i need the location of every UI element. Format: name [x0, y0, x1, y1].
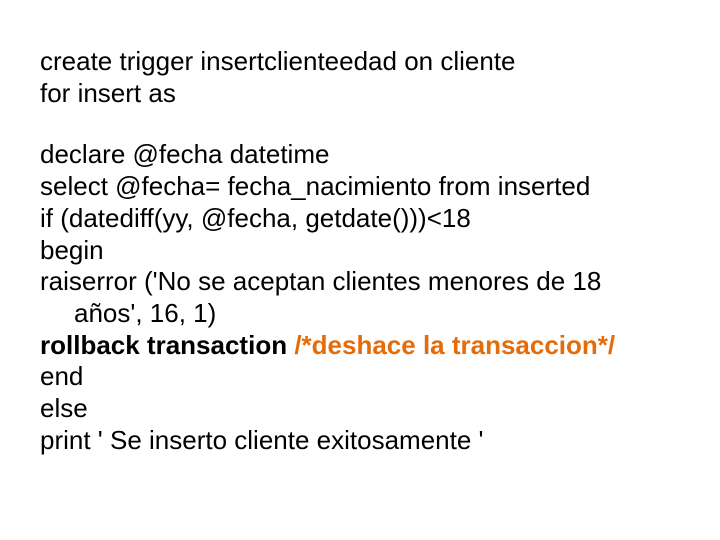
code-line: begin: [40, 235, 104, 265]
rollback-line: rollback transaction /*deshace la transa…: [40, 330, 615, 360]
sql-header-block: create trigger insertclienteedad on clie…: [40, 46, 680, 109]
code-line: else: [40, 393, 88, 423]
rollback-text: rollback transaction: [40, 330, 294, 360]
code-line: declare @fecha datetime: [40, 139, 329, 169]
code-line: for insert as: [40, 78, 176, 108]
code-line-continuation: años', 16, 1): [40, 298, 680, 330]
code-line: if (datediff(yy, @fecha, getdate()))<18: [40, 203, 471, 233]
sql-body-block: declare @fecha datetime select @fecha= f…: [40, 139, 680, 456]
code-line: select @fecha= fecha_nacimiento from ins…: [40, 171, 590, 201]
code-line: end: [40, 361, 83, 391]
code-line: print ' Se inserto cliente exitosamente …: [40, 425, 484, 455]
sql-comment: /*deshace la transaccion*/: [294, 330, 615, 360]
code-line: raiserror ('No se aceptan clientes menor…: [40, 266, 601, 296]
code-line: create trigger insertclienteedad on clie…: [40, 46, 516, 76]
slide: create trigger insertclienteedad on clie…: [0, 0, 720, 540]
